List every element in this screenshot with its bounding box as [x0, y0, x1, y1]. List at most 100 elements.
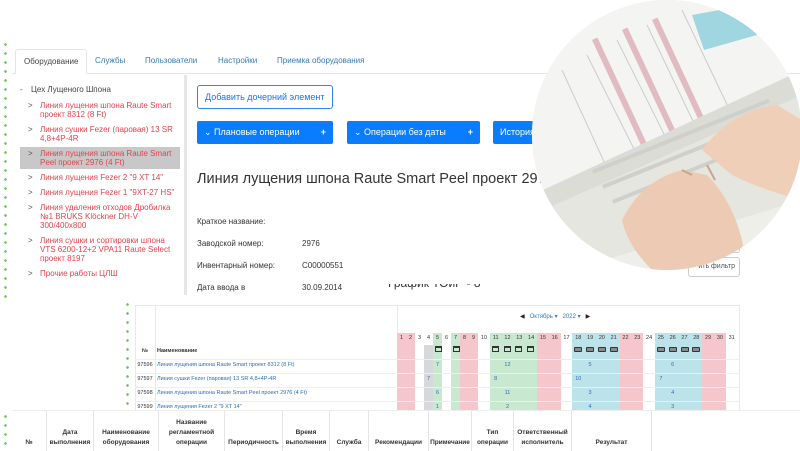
collapse-icon[interactable]: - [20, 85, 23, 94]
column-header: Тип операции [472, 411, 514, 451]
field-label: Дата ввода в [197, 283, 246, 292]
chevron-right-icon[interactable]: > [28, 101, 33, 110]
tree-root[interactable]: - Цех Лущеного Шпона [20, 85, 180, 94]
tree-item-label: Линия лущения шпона Raute Smart Peel про… [40, 149, 172, 167]
operation-count[interactable]: 5 [584, 359, 596, 372]
operation-icon[interactable] [680, 347, 689, 352]
laptop-typing-photo [532, 0, 800, 270]
operation-count[interactable]: 10 [572, 373, 584, 386]
day-column-fill [607, 333, 620, 415]
day-column-fill [548, 333, 561, 415]
day-label: 24 [646, 335, 653, 341]
chevron-right-icon[interactable]: > [28, 203, 33, 212]
day-label: 19 [587, 335, 594, 341]
operation-count[interactable]: 8 [490, 373, 502, 386]
tab-settings[interactable]: Настройки [210, 49, 265, 74]
next-month-icon[interactable]: ▶ [586, 314, 591, 320]
operation-icon[interactable] [609, 347, 618, 352]
splitter[interactable] [184, 75, 187, 295]
tree-item[interactable]: > Линия лущения Fezer 1 "9XT-27 HS" [20, 186, 180, 199]
operation-icon[interactable] [586, 347, 595, 352]
month-select[interactable]: Октябрь [530, 314, 553, 320]
tree-item[interactable]: > Линия сушки Fezer (паровая) 13 SR 4,8+4… [20, 123, 180, 145]
row-number: 97597 [137, 376, 153, 382]
day-label: 4 [426, 335, 431, 341]
tree-item[interactable]: > Линия лущения Fezer 2 "9 XT 14" [20, 171, 180, 184]
day-label: 31 [728, 335, 735, 341]
day-label: 5 [435, 335, 440, 341]
calendar-icon[interactable] [503, 346, 511, 352]
operation-count[interactable]: 6 [433, 387, 442, 400]
tab-equipment-acceptance[interactable]: Приемка оборудования [269, 49, 372, 74]
chevron-right-icon[interactable]: > [28, 236, 33, 245]
day-column-fill [469, 333, 478, 415]
day-label: 6 [444, 335, 449, 341]
chevron-down-icon: ⌄ [354, 127, 365, 137]
tree-item[interactable]: > Прочие работы ЦЛШ [20, 267, 180, 280]
operation-count[interactable]: 7 [424, 373, 433, 386]
decorative-dotted-line [4, 40, 7, 300]
planned-operations-button[interactable]: ⌄ Плановые операции + [197, 121, 333, 144]
day-label: 9 [471, 335, 476, 341]
equipment-link[interactable]: Линия сушки Fezer (паровая) 13 SR 4,8+4P… [157, 373, 395, 386]
day-label: 10 [480, 335, 487, 341]
chevron-right-icon[interactable]: > [28, 173, 33, 182]
prev-month-icon[interactable]: ◀ [520, 314, 525, 320]
operation-icon[interactable] [668, 347, 677, 352]
chevron-right-icon[interactable]: > [28, 125, 33, 134]
operation-icon[interactable] [657, 347, 665, 352]
calendar-icon[interactable] [527, 346, 535, 352]
tree-item[interactable]: > Линия сушки и сортировки шпона VTS 6200… [20, 234, 180, 265]
tab-services[interactable]: Службы [87, 49, 133, 74]
tree-item-label: Линия лущения Fezer 2 "9 XT 14" [40, 173, 164, 182]
year-select[interactable]: 2022 [563, 314, 576, 320]
column-header: № [12, 411, 47, 451]
tree-item-label: Прочие работы ЦЛШ [40, 269, 118, 278]
chevron-right-icon[interactable]: > [28, 269, 33, 278]
operation-icon[interactable] [574, 347, 583, 352]
operation-count[interactable]: 7 [655, 373, 667, 386]
decorative-dotted-line [126, 300, 129, 410]
chevron-right-icon[interactable]: > [28, 188, 33, 197]
calendar-icon[interactable] [515, 346, 523, 352]
day-label: 23 [634, 335, 641, 341]
calendar-icon[interactable] [453, 346, 460, 352]
day-label: 3 [417, 335, 422, 341]
day-label: 20 [598, 335, 605, 341]
tree-item[interactable]: > Линия удаления отходов Дробилка №1 BRUK… [20, 201, 180, 232]
chevron-down-icon: ⌄ [204, 127, 215, 137]
operation-count[interactable]: 4 [667, 387, 679, 400]
operation-icon[interactable] [598, 347, 606, 352]
calendar-icon[interactable] [435, 346, 442, 352]
day-label: 30 [716, 335, 723, 341]
tree-item-label: Линия сушки Fezer (паровая) 13 SR 4,8+4P… [40, 125, 173, 143]
add-icon[interactable]: + [468, 121, 473, 144]
field-label: Инвентарный номер: [197, 261, 276, 270]
operation-count[interactable]: 3 [584, 387, 596, 400]
chevron-right-icon[interactable]: > [28, 149, 33, 158]
day-label: 14 [528, 335, 535, 341]
operation-icon[interactable] [692, 347, 701, 352]
tree-item[interactable]: > Линия лущения шпона Raute Smart проект … [20, 99, 180, 121]
day-column-fill [460, 333, 469, 415]
column-header: Результат [572, 411, 652, 451]
operation-count[interactable]: 7 [433, 359, 442, 372]
row-number: 97598 [137, 390, 153, 396]
tab-users[interactable]: Пользователи [137, 49, 205, 74]
day-label: 18 [575, 335, 582, 341]
day-label: 12 [504, 335, 511, 341]
column-header: Рекомендации [369, 411, 429, 451]
add-child-button[interactable]: Добавить дочерний элемент [197, 85, 333, 109]
calendar-icon[interactable] [491, 346, 499, 352]
operation-count[interactable]: 12 [502, 359, 514, 372]
operation-count[interactable]: 11 [502, 387, 514, 400]
equipment-link[interactable]: Линия лущения шпона Raute Smart проект 8… [157, 359, 395, 372]
operation-count[interactable]: 6 [667, 359, 679, 372]
day-label: 2 [408, 335, 413, 341]
field-label: Краткое название: [197, 217, 266, 226]
undated-operations-button[interactable]: ⌄ Операции без даты + [347, 121, 480, 144]
tree-item[interactable]: > Линия лущения шпона Raute Smart Peel пр… [20, 147, 180, 169]
tab-equipment[interactable]: Оборудование [15, 49, 88, 74]
equipment-link[interactable]: Линия лущения шпона Raute Smart Peel про… [157, 387, 395, 400]
add-icon[interactable]: + [321, 121, 326, 144]
